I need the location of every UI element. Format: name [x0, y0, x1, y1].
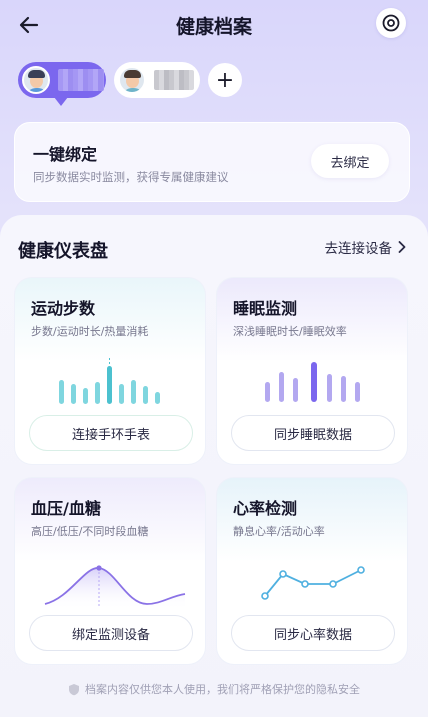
card-title: 运动步数	[31, 299, 96, 318]
target-icon	[382, 14, 400, 32]
target-button[interactable]	[376, 8, 406, 38]
card-title: 血压/血糖	[31, 499, 101, 518]
blurred-name	[154, 70, 194, 90]
health-dashboard: 健康仪表盘 去连接设备 运动步数 步数/运动时长/热量消耗 连接手环手表 睡眠监…	[0, 215, 428, 717]
card-subtitle: 深浅睡眠时长/睡眠效率	[233, 325, 347, 338]
avatar	[118, 66, 146, 94]
dashboard-title: 健康仪表盘	[18, 241, 108, 262]
header: 健康档案	[0, 0, 428, 48]
steps-bars-icon	[59, 358, 160, 404]
sync-heart-rate-button[interactable]: 同步心率数据	[231, 615, 395, 651]
blood-pressure-card[interactable]: 血压/血糖 高压/低压/不同时段血糖 绑定监测设备	[14, 477, 206, 665]
steps-card[interactable]: 运动步数 步数/运动时长/热量消耗 连接手环手表	[14, 277, 206, 465]
heart-rate-line-icon	[261, 566, 365, 600]
arrow-left-icon	[19, 16, 39, 34]
bind-title: 一键绑定	[33, 145, 98, 164]
card-subtitle: 高压/低压/不同时段血糖	[31, 525, 149, 538]
heart-rate-card[interactable]: 心率检测 静息心率/活动心率 同步心率数据	[216, 477, 408, 665]
curve-chart-icon	[44, 565, 186, 610]
sleep-bars-icon	[265, 362, 360, 402]
connect-device-link[interactable]: 去连接设备	[325, 237, 407, 257]
add-profile-button[interactable]: +	[208, 63, 242, 97]
profile-chip-active[interactable]	[18, 62, 106, 106]
connect-device-label: 去连接设备	[324, 241, 393, 257]
card-title: 心率检测	[233, 499, 298, 518]
bind-button[interactable]: 去绑定	[311, 144, 389, 178]
chevron-right-icon	[398, 241, 406, 253]
page-title: 健康档案	[175, 16, 252, 38]
avatar	[22, 66, 50, 94]
blurred-name	[58, 69, 104, 91]
bind-subtitle: 同步数据实时监测，获得专属健康建议	[33, 170, 229, 184]
card-subtitle: 静息心率/活动心率	[233, 525, 325, 538]
profile-switcher: +	[16, 62, 416, 106]
bind-monitor-button[interactable]: 绑定监测设备	[29, 615, 193, 651]
sleep-card[interactable]: 睡眠监测 深浅睡眠时长/睡眠效率 同步睡眠数据	[216, 277, 408, 465]
shield-icon	[69, 683, 79, 695]
privacy-note: 档案内容仅供您本人使用，我们将严格保护您的隐私安全	[0, 681, 428, 697]
privacy-text: 档案内容仅供您本人使用，我们将严格保护您的隐私安全	[85, 683, 360, 696]
profile-chip[interactable]	[114, 62, 200, 98]
connect-band-button[interactable]: 连接手环手表	[29, 415, 193, 451]
card-subtitle: 步数/运动时长/热量消耗	[31, 325, 149, 338]
sync-sleep-button[interactable]: 同步睡眠数据	[231, 415, 395, 451]
back-button[interactable]	[14, 10, 44, 40]
card-title: 睡眠监测	[233, 299, 298, 318]
bind-card: 一键绑定 同步数据实时监测，获得专属健康建议 去绑定	[14, 122, 410, 202]
